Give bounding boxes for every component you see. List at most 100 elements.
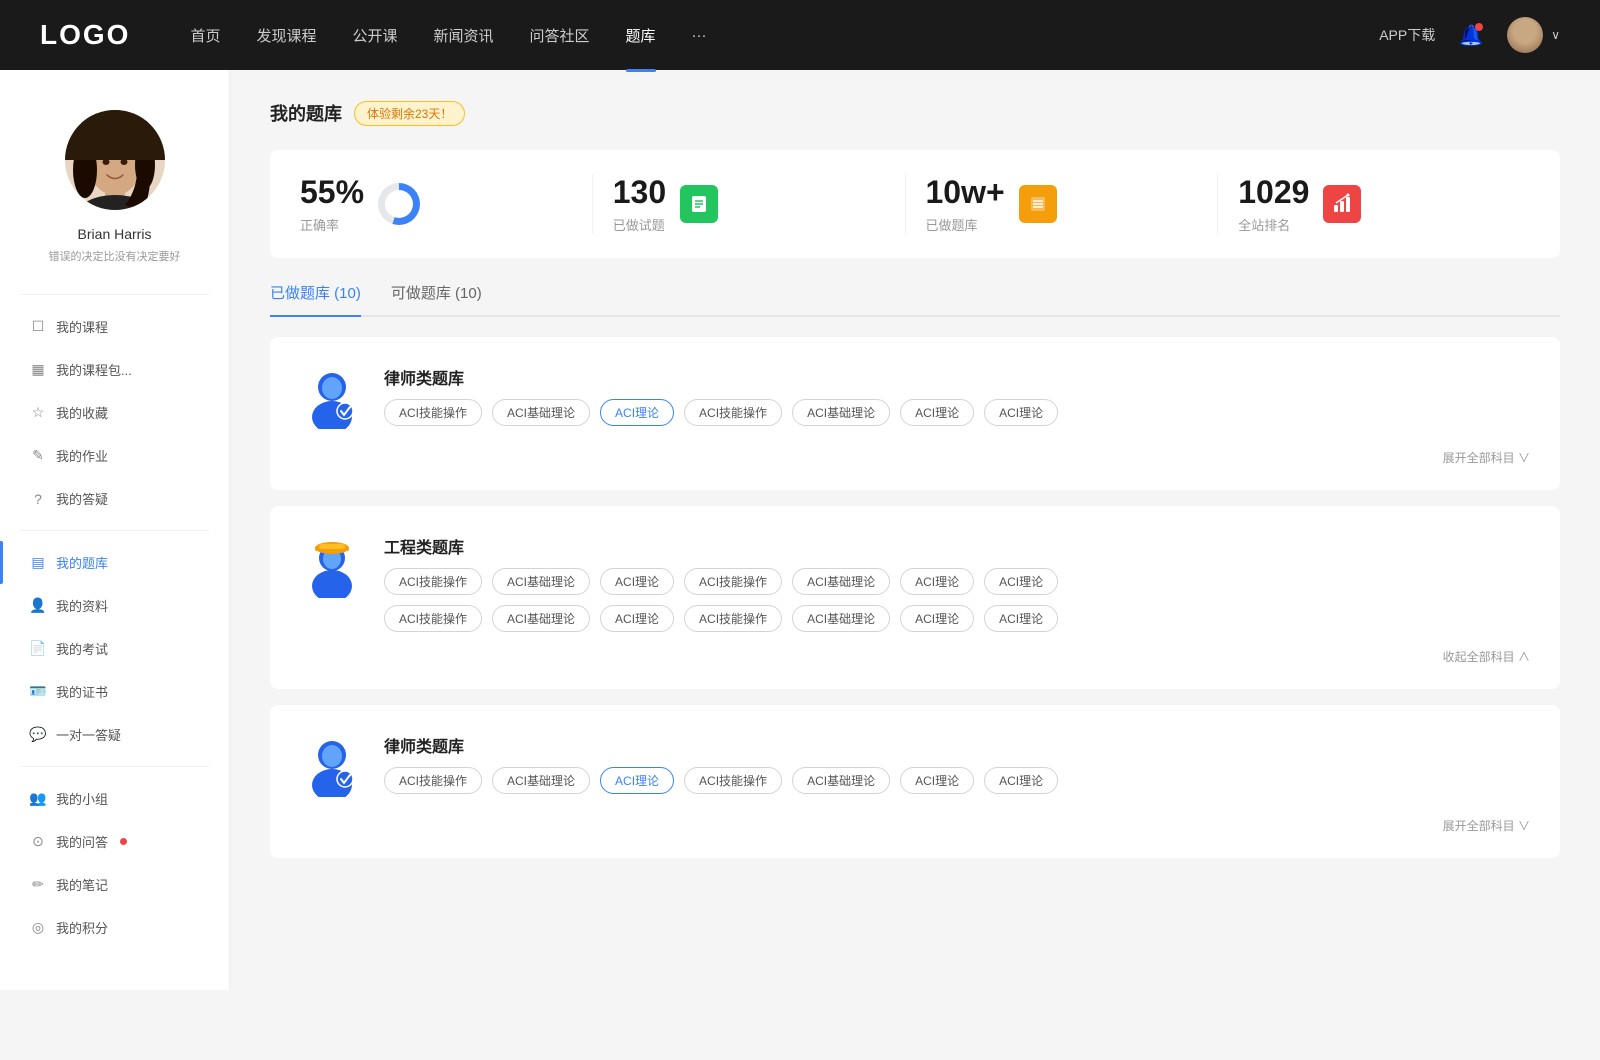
law2-tag-3-active[interactable]: ACI理论 (600, 767, 674, 794)
grid-icon: ▤ (30, 555, 46, 571)
question-circle-icon: ⊙ (30, 834, 46, 850)
sidebar-divider-2 (20, 530, 209, 531)
nav-menu: 首页 发现课程 公开课 新闻资讯 问答社区 题库 ··· (190, 25, 1379, 46)
sidebar-item-bank-label: 我的题库 (56, 553, 108, 572)
tag-aci-theory-2[interactable]: ACI理论 (984, 399, 1058, 426)
law2-tag-6[interactable]: ACI理论 (900, 767, 974, 794)
sidebar-item-groups[interactable]: 👥 我的小组 (0, 777, 229, 820)
sidebar-item-questions[interactable]: ? 我的答疑 (0, 477, 229, 520)
eng-tag-6[interactable]: ACI理论 (900, 568, 974, 595)
stat-ranking: 1029 全站排名 (1218, 174, 1530, 234)
notification-bell[interactable] (1455, 19, 1487, 51)
nav-more[interactable]: ··· (692, 27, 707, 44)
bank-card-lawyer-1-info: 律师类题库 ACI技能操作 ACI基础理论 ACI理论 ACI技能操作 ACI基… (384, 361, 1058, 426)
profile-avatar (65, 110, 165, 210)
tag-aci-basic-2[interactable]: ACI基础理论 (792, 399, 890, 426)
eng-tag-1[interactable]: ACI技能操作 (384, 568, 482, 595)
user-avatar-menu[interactable]: ∨ (1507, 17, 1560, 53)
tab-available-banks[interactable]: 可做题库 (10) (391, 282, 482, 315)
sidebar-item-bank[interactable]: ▤ 我的题库 (0, 541, 229, 584)
logo[interactable]: LOGO (40, 19, 130, 51)
sidebar-item-homework[interactable]: ✎ 我的作业 (0, 434, 229, 477)
page-header: 我的题库 体验剩余23天！ (270, 100, 1560, 126)
eng-tag-3[interactable]: ACI理论 (600, 568, 674, 595)
page-title: 我的题库 (270, 100, 342, 126)
tag-aci-skill-1[interactable]: ACI技能操作 (384, 399, 482, 426)
expand-link-lawyer-1[interactable]: 展开全部科目 ∨ (300, 449, 1530, 466)
trial-badge: 体验剩余23天！ (354, 101, 465, 126)
expand-link-lawyer-2[interactable]: 展开全部科目 ∨ (300, 817, 1530, 834)
bank-card-engineer-title: 工程类题库 (384, 534, 1530, 558)
main-content: 我的题库 体验剩余23天！ 55% 正确率 130 已做试题 (230, 70, 1600, 990)
nav-qa[interactable]: 问答社区 (530, 25, 590, 46)
sidebar-item-points[interactable]: ◎ 我的积分 (0, 906, 229, 949)
notification-dot (1475, 23, 1483, 31)
list-stat-icon (1019, 185, 1057, 223)
stat-ranking-text: 1029 全站排名 (1238, 174, 1309, 234)
sidebar-item-courses[interactable]: ☐ 我的课程 (0, 305, 229, 348)
tag-aci-skill-2[interactable]: ACI技能操作 (684, 399, 782, 426)
eng-tag-14[interactable]: ACI理论 (984, 605, 1058, 632)
bank-card-lawyer-2-title: 律师类题库 (384, 733, 1058, 757)
eng-tag-5[interactable]: ACI基础理论 (792, 568, 890, 595)
law2-tag-4[interactable]: ACI技能操作 (684, 767, 782, 794)
sidebar-item-exams[interactable]: 📄 我的考试 (0, 627, 229, 670)
law2-tag-7[interactable]: ACI理论 (984, 767, 1058, 794)
doc-icon: 📄 (30, 641, 46, 657)
sidebar-item-questions-label: 我的答疑 (56, 489, 108, 508)
tabs-row: 已做题库 (10) 可做题库 (10) (270, 282, 1560, 317)
profile-name: Brian Harris (78, 226, 152, 242)
eng-tag-10[interactable]: ACI理论 (600, 605, 674, 632)
tab-done-banks[interactable]: 已做题库 (10) (270, 282, 361, 315)
donut-chart (378, 183, 420, 225)
app-download-button[interactable]: APP下载 (1379, 25, 1435, 45)
doc-stat-icon (680, 185, 718, 223)
profile-motto: 错误的决定比没有决定要好 (49, 248, 181, 264)
sidebar-item-course-packages[interactable]: ▦ 我的课程包... (0, 348, 229, 391)
engineer-icon (300, 530, 364, 602)
stat-accuracy-value: 55% (300, 174, 364, 211)
sidebar-item-notes-label: 我的笔记 (56, 875, 108, 894)
sidebar-item-notes[interactable]: ✏ 我的笔记 (0, 863, 229, 906)
eng-tag-2[interactable]: ACI基础理论 (492, 568, 590, 595)
nav-public[interactable]: 公开课 (352, 25, 397, 46)
tag-aci-basic-1[interactable]: ACI基础理论 (492, 399, 590, 426)
sidebar-item-groups-label: 我的小组 (56, 789, 108, 808)
eng-tag-9[interactable]: ACI基础理论 (492, 605, 590, 632)
law2-tag-2[interactable]: ACI基础理论 (492, 767, 590, 794)
law2-tag-5[interactable]: ACI基础理论 (792, 767, 890, 794)
eng-tag-7[interactable]: ACI理论 (984, 568, 1058, 595)
nav-bank[interactable]: 题库 (626, 25, 656, 46)
eng-tag-13[interactable]: ACI理论 (900, 605, 974, 632)
nav-discover[interactable]: 发现课程 (256, 25, 316, 46)
star-icon: ☆ (30, 405, 46, 421)
sidebar-item-qna[interactable]: ⊙ 我的问答 (0, 820, 229, 863)
sidebar-item-course-packages-label: 我的课程包... (56, 360, 132, 379)
sidebar-item-certificates-label: 我的证书 (56, 682, 108, 701)
eng-tag-11[interactable]: ACI技能操作 (684, 605, 782, 632)
stats-row: 55% 正确率 130 已做试题 (270, 150, 1560, 258)
collapse-link-engineer[interactable]: 收起全部科目 ∧ (300, 648, 1530, 665)
tag-aci-theory-1[interactable]: ACI理论 (900, 399, 974, 426)
stat-done-banks: 10w+ 已做题库 (906, 174, 1219, 234)
bank-card-lawyer-1: 律师类题库 ACI技能操作 ACI基础理论 ACI理论 ACI技能操作 ACI基… (270, 337, 1560, 490)
stat-done-banks-label: 已做题库 (926, 215, 1005, 234)
users-icon: 👥 (30, 791, 46, 807)
nav-news[interactable]: 新闻资讯 (434, 25, 494, 46)
eng-tag-12[interactable]: ACI基础理论 (792, 605, 890, 632)
sidebar-item-favorites-label: 我的收藏 (56, 403, 108, 422)
eng-tag-4[interactable]: ACI技能操作 (684, 568, 782, 595)
sidebar-item-favorites[interactable]: ☆ 我的收藏 (0, 391, 229, 434)
law2-tag-1[interactable]: ACI技能操作 (384, 767, 482, 794)
nav-home[interactable]: 首页 (190, 25, 220, 46)
sidebar-item-certificates[interactable]: 🪪 我的证书 (0, 670, 229, 713)
bank-card-lawyer-2-header: 律师类题库 ACI技能操作 ACI基础理论 ACI理论 ACI技能操作 ACI基… (300, 729, 1530, 801)
sidebar-item-one-on-one[interactable]: 💬 一对一答疑 (0, 713, 229, 756)
avatar (1507, 17, 1543, 53)
points-icon: ◎ (30, 920, 46, 936)
tag-aci-theory-active-1[interactable]: ACI理论 (600, 399, 674, 426)
chart-stat-icon (1323, 185, 1361, 223)
eng-tag-8[interactable]: ACI技能操作 (384, 605, 482, 632)
sidebar-item-materials[interactable]: 👤 我的资料 (0, 584, 229, 627)
bank-card-engineer-info: 工程类题库 ACI技能操作 ACI基础理论 ACI理论 ACI技能操作 ACI基… (384, 530, 1530, 632)
